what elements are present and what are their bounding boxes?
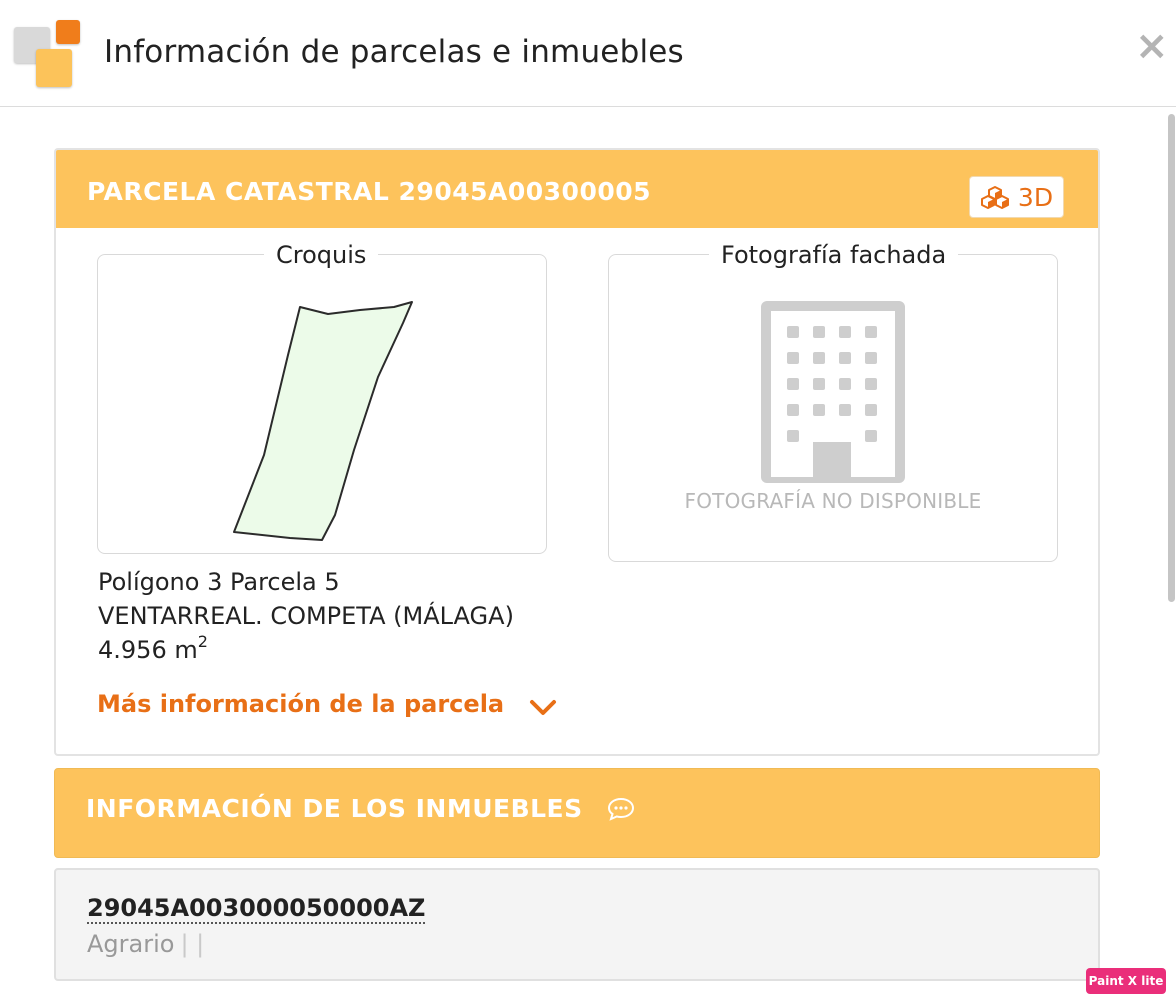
parcel-area: 4.956 m2	[98, 632, 208, 664]
parcel-place: VENTARREAL. COMPETA (MÁLAGA)	[98, 602, 514, 630]
parcel-info: Polígono 3 Parcela 5 VENTARREAL. COMPETA…	[98, 568, 1058, 670]
app-logo-icon	[14, 19, 82, 89]
property-use-separators: | |	[180, 930, 205, 958]
property-item: 29045A003000050000AZ Agrario | |	[54, 868, 1100, 981]
properties-header: INFORMACIÓN DE LOS INMUEBLES	[54, 768, 1100, 858]
parcel-location: Polígono 3 Parcela 5	[98, 568, 340, 596]
cubes-icon	[980, 186, 1009, 209]
building-icon	[761, 301, 905, 483]
parcel-panel-header: PARCELA CATASTRAL 29045A00300005 3D	[56, 150, 1098, 228]
chevron-down-icon[interactable]	[529, 699, 557, 717]
more-info-link[interactable]: Más información de la parcela	[97, 690, 504, 718]
photo-unavailable-text: FOTOGRAFÍA NO DISPONIBLE	[684, 489, 982, 513]
property-use: Agrario | |	[87, 930, 204, 958]
dialog-title: Información de parcelas e inmuebles	[104, 34, 684, 70]
parcel-area-value: 4.956 m	[98, 636, 198, 664]
close-icon[interactable]: ×	[1135, 26, 1169, 66]
scrollbar[interactable]	[1166, 114, 1176, 1002]
parcel-title: PARCELA CATASTRAL 29045A00300005	[87, 177, 652, 206]
properties-title: INFORMACIÓN DE LOS INMUEBLES	[86, 794, 583, 823]
view-3d-button[interactable]: 3D	[969, 176, 1064, 218]
sketch-box: Croquis	[97, 241, 547, 554]
property-use-label: Agrario	[87, 930, 175, 958]
parcel-area-unit: 2	[197, 632, 208, 651]
comment-icon[interactable]	[607, 797, 635, 821]
photo-legend: Fotografía fachada	[709, 241, 959, 269]
dialog-header: Información de parcelas e inmuebles ×	[0, 0, 1176, 107]
parcel-panel: PARCELA CATASTRAL 29045A00300005 3D Croq…	[54, 148, 1100, 756]
scrollbar-thumb[interactable]	[1168, 114, 1175, 602]
property-reference-link[interactable]: 29045A003000050000AZ	[87, 894, 426, 924]
watermark-badge: Paint X lite	[1086, 968, 1166, 994]
photo-box: Fotografía fachada FOTOGRAFÍA NO DISPONI…	[608, 241, 1058, 562]
parcel-sketch	[233, 301, 413, 541]
view-3d-label: 3D	[1017, 182, 1054, 212]
